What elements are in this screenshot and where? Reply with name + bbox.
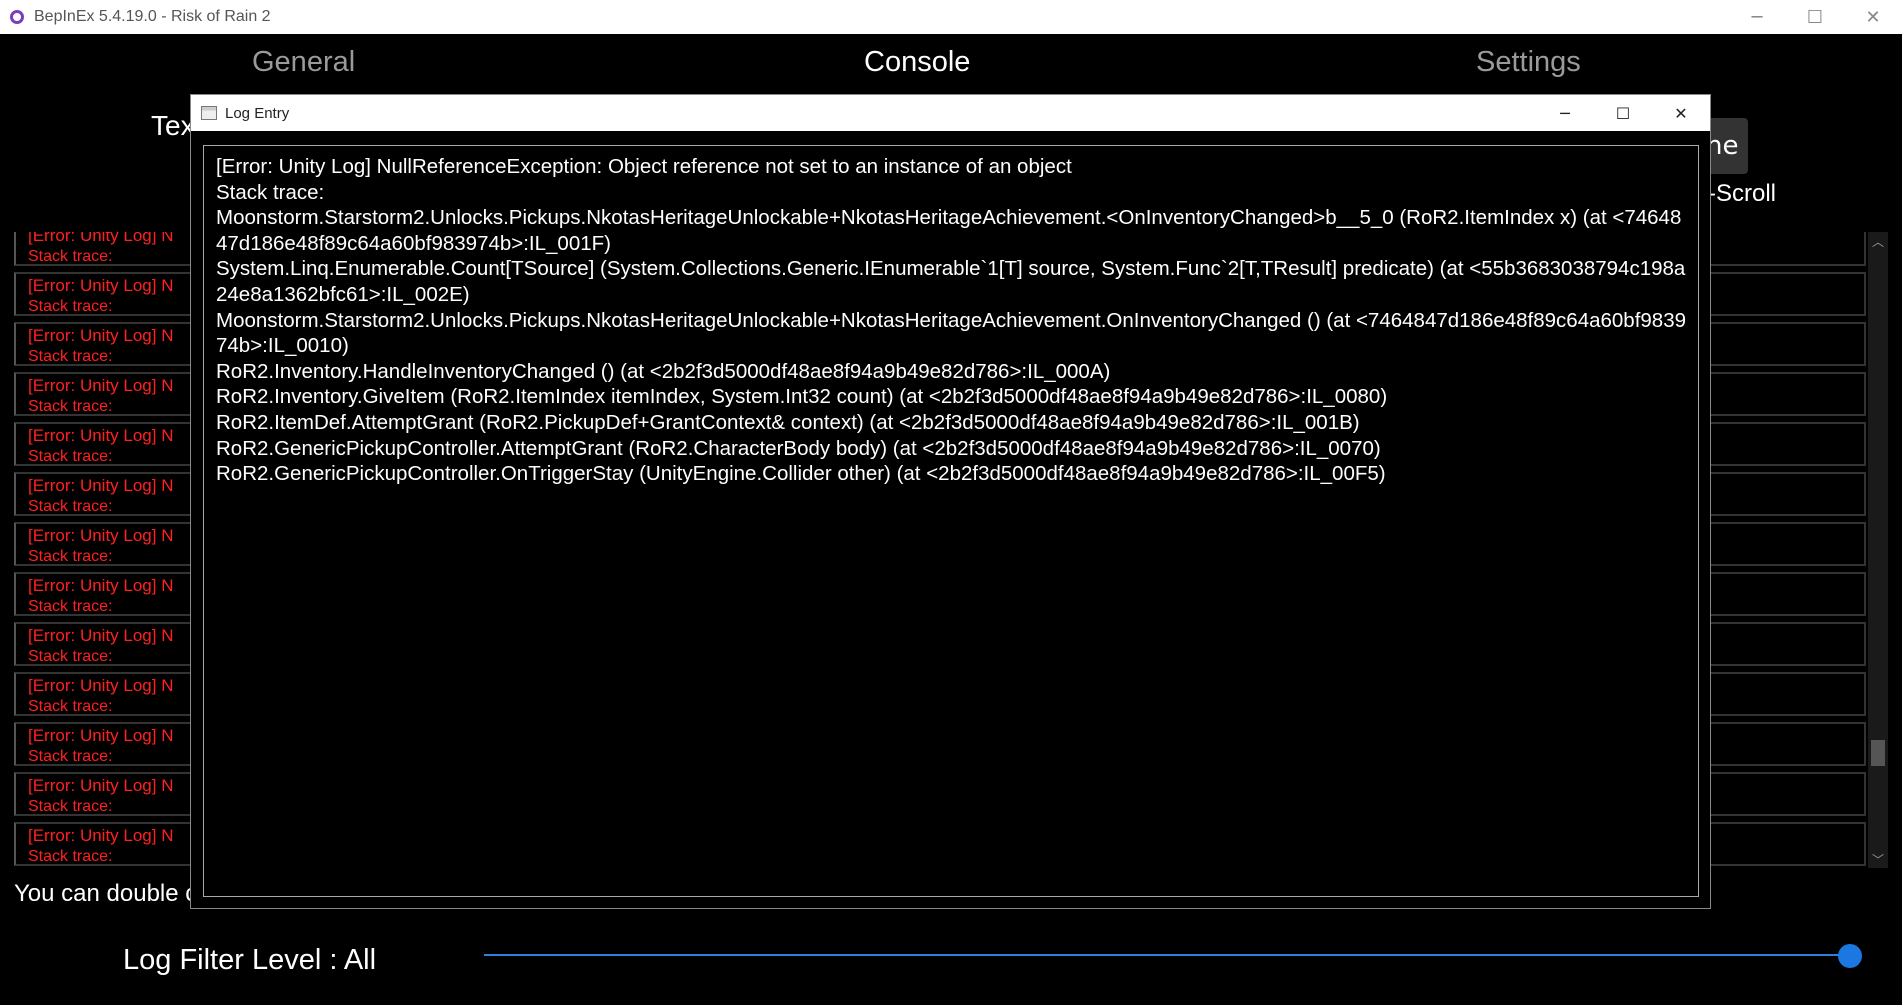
log-item-stacktrace: Stack trace:	[28, 598, 113, 615]
tab-settings[interactable]: Settings	[1476, 46, 1581, 79]
log-item-stacktrace: Stack trace:	[28, 298, 113, 315]
log-item-message: [Error: Unity Log] N	[28, 676, 174, 695]
tab-general[interactable]: General	[252, 46, 355, 79]
log-entry-dialog: Log Entry ─ ☐ ✕ [Error: Unity Log] NullR…	[190, 94, 1711, 909]
log-item-divider	[1704, 364, 1864, 366]
log-item-stacktrace: Stack trace:	[28, 448, 113, 465]
log-item-message: [Error: Unity Log] N	[28, 626, 174, 645]
log-item-stacktrace: Stack trace:	[28, 398, 113, 415]
scroll-up-icon[interactable]: ︿	[1868, 232, 1888, 250]
log-item-message: [Error: Unity Log] N	[28, 326, 174, 345]
dialog-close-button[interactable]: ✕	[1652, 95, 1710, 131]
log-item-message: [Error: Unity Log] N	[28, 726, 174, 745]
log-detail-line: Moonstorm.Starstorm2.Unlocks.Pickups.Nko…	[216, 206, 1682, 255]
log-detail-line: RoR2.GenericPickupController.OnTriggerSt…	[216, 462, 1386, 486]
log-detail-line: Stack trace:	[216, 180, 325, 204]
log-item-message: [Error: Unity Log] N	[28, 376, 174, 395]
bepinex-app-icon	[10, 10, 24, 24]
autoscroll-toggle[interactable]: -Scroll	[1708, 180, 1776, 208]
maximize-button[interactable]: ☐	[1786, 0, 1844, 34]
main-titlebar: BepInEx 5.4.19.0 - Risk of Rain 2 ─ ☐ ✕	[0, 0, 1902, 34]
log-item-message: [Error: Unity Log] N	[28, 426, 174, 445]
log-item-stacktrace: Stack trace:	[28, 698, 113, 715]
log-detail-line: RoR2.GenericPickupController.AttemptGran…	[216, 436, 1381, 460]
log-item-divider	[1704, 564, 1864, 566]
log-item-divider	[1704, 814, 1864, 816]
log-list-scrollbar[interactable]: ︿ ﹀	[1868, 232, 1888, 868]
log-item-divider	[1704, 414, 1864, 416]
log-item-divider	[1704, 764, 1864, 766]
log-item-stacktrace: Stack trace:	[28, 848, 113, 865]
log-item-divider	[1704, 514, 1864, 516]
window-icon	[201, 106, 217, 120]
log-item-stacktrace: Stack trace:	[28, 248, 113, 265]
log-detail-line: RoR2.ItemDef.AttemptGrant (RoR2.PickupDe…	[216, 410, 1360, 434]
tab-bar: General Console Settings	[0, 34, 1902, 127]
log-filter-slider-thumb[interactable]	[1838, 944, 1862, 968]
hint-text: You can double c	[14, 880, 198, 907]
log-detail-line: System.Linq.Enumerable.Count[TSource] (S…	[216, 257, 1686, 306]
log-item-divider	[1704, 864, 1864, 866]
close-button[interactable]: ✕	[1844, 0, 1902, 34]
log-item-message: [Error: Unity Log] N	[28, 232, 174, 245]
log-item-divider	[1704, 314, 1864, 316]
log-item-divider	[1704, 464, 1864, 466]
dialog-title: Log Entry	[225, 104, 290, 122]
log-detail-line: [Error: Unity Log] NullReferenceExceptio…	[216, 155, 1072, 178]
log-detail-line: RoR2.Inventory.HandleInventoryChanged ()…	[216, 359, 1111, 383]
log-item-stacktrace: Stack trace:	[28, 648, 113, 665]
minimize-button[interactable]: ─	[1728, 0, 1786, 34]
log-item-divider	[1704, 714, 1864, 716]
log-item-divider	[1704, 614, 1864, 616]
log-filter-level-label: Log Filter Level : All	[123, 944, 377, 976]
log-item-message: [Error: Unity Log] N	[28, 276, 174, 295]
log-item-message: [Error: Unity Log] N	[28, 826, 174, 845]
log-item-divider	[1704, 664, 1864, 666]
console-filter-label-partial: Tex	[151, 110, 195, 141]
dialog-controls: ─ ☐ ✕	[1536, 95, 1710, 131]
window-title: BepInEx 5.4.19.0 - Risk of Rain 2	[34, 8, 271, 25]
tab-console[interactable]: Console	[864, 46, 970, 79]
log-item-divider	[1704, 264, 1864, 266]
log-detail-text: [Error: Unity Log] NullReferenceExceptio…	[216, 154, 1686, 487]
log-item-stacktrace: Stack trace:	[28, 798, 113, 815]
log-item-stacktrace: Stack trace:	[28, 548, 113, 565]
log-detail-line: RoR2.Inventory.GiveItem (RoR2.ItemIndex …	[216, 385, 1388, 409]
dialog-titlebar[interactable]: Log Entry ─ ☐ ✕	[191, 95, 1710, 131]
scroll-thumb[interactable]	[1871, 740, 1885, 766]
log-item-message: [Error: Unity Log] N	[28, 776, 174, 795]
log-item-stacktrace: Stack trace:	[28, 348, 113, 365]
log-item-message: [Error: Unity Log] N	[28, 476, 174, 495]
log-item-stacktrace: Stack trace:	[28, 498, 113, 515]
log-item-message: [Error: Unity Log] N	[28, 576, 174, 595]
scroll-down-icon[interactable]: ﹀	[1868, 850, 1888, 868]
log-filter-slider[interactable]	[484, 954, 1850, 956]
log-detail-line: Moonstorm.Starstorm2.Unlocks.Pickups.Nko…	[216, 308, 1687, 358]
log-item-stacktrace: Stack trace:	[28, 748, 113, 765]
log-entry-textbox[interactable]: [Error: Unity Log] NullReferenceExceptio…	[203, 145, 1699, 897]
window-controls: ─ ☐ ✕	[1728, 0, 1902, 34]
dialog-maximize-button[interactable]: ☐	[1594, 95, 1652, 131]
dialog-minimize-button[interactable]: ─	[1536, 95, 1594, 131]
log-item-message: [Error: Unity Log] N	[28, 526, 174, 545]
